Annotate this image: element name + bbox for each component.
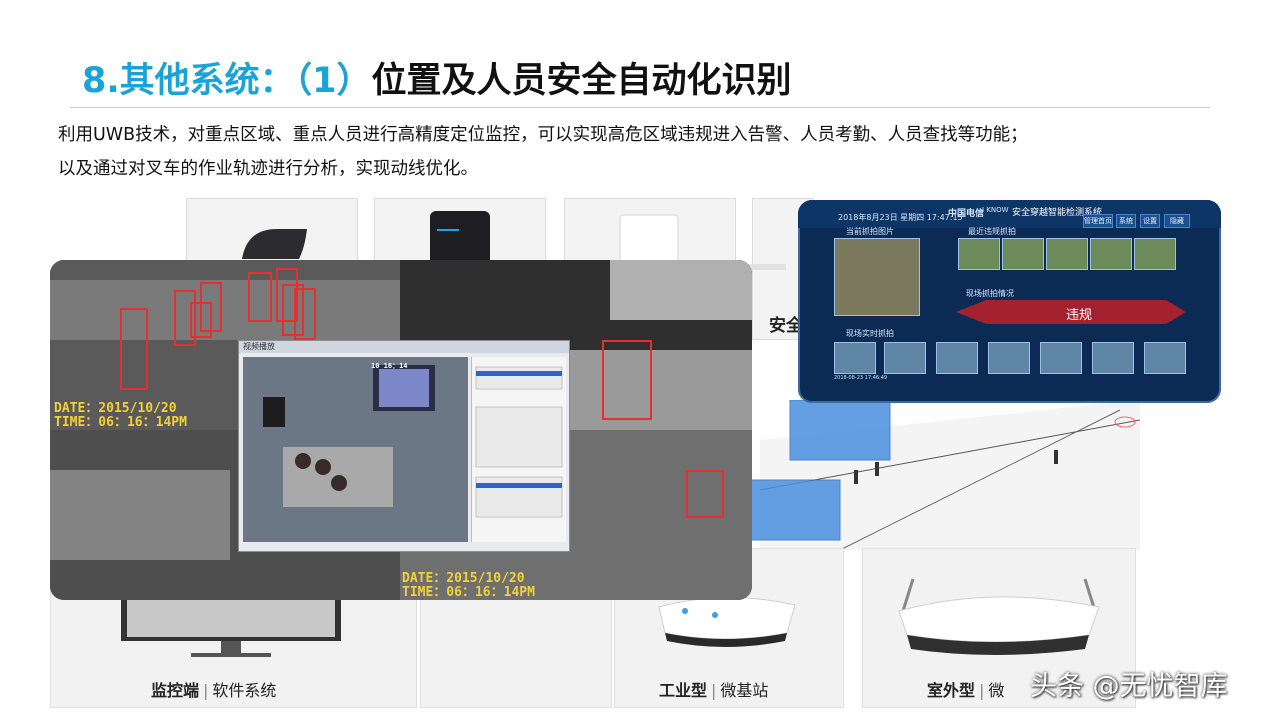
control-room-scene: [243, 357, 468, 542]
osd-date-bottom: DATE：2015/10/20: [402, 571, 525, 586]
card-tag-icon: [619, 214, 679, 266]
recent-thumbnail[interactable]: [1090, 238, 1132, 270]
monitor-caption: 监控端 | 软件系统: [151, 681, 277, 700]
description-line-2: 以及通过对叉车的作业轨迹进行分析，实现动线优化。: [58, 159, 478, 179]
description: 利用UWB技术，对重点区域、重点人员进行高精度定位监控，可以实现高危区域违规进入…: [58, 118, 1258, 186]
industrial-caption: 工业型 | 微基站: [659, 681, 769, 700]
watermark: 头条 @无忧智库: [1030, 671, 1228, 702]
live-thumbnail-caption: 2018-08-23 17:46:49: [834, 375, 888, 381]
tag-device-icon: [430, 211, 490, 265]
vms-window[interactable]: 视频播放 10 16：14: [238, 340, 570, 552]
detection-box: [686, 470, 724, 518]
live-thumbnail[interactable]: [1040, 342, 1082, 374]
live-thumbnail[interactable]: [834, 342, 876, 374]
recent-thumbnail[interactable]: [1046, 238, 1088, 270]
device-card-card-tag: [564, 198, 736, 266]
recent-thumbnail[interactable]: [958, 238, 1000, 270]
osd-timestamp-left: DATE：2015/10/20 TIME：06：16：14PM: [54, 402, 187, 430]
vms-video[interactable]: 10 16：14: [243, 357, 468, 542]
outdoor-caption: 室外型 | 微: [927, 681, 1005, 700]
live-thumbnail[interactable]: [936, 342, 978, 374]
outdoor-caption-bold: 室外型: [927, 681, 976, 700]
home-button[interactable]: 管理首页: [1083, 214, 1113, 228]
live-capture-label: 现场实时抓拍: [846, 329, 894, 338]
outdoor-base-station-icon: [898, 578, 1100, 655]
monitor-caption-bold: 监控端: [151, 681, 200, 700]
monitor-caption-rest: 软件系统: [212, 681, 277, 700]
recent-thumbnail[interactable]: [1002, 238, 1044, 270]
live-thumbnail[interactable]: [884, 342, 926, 374]
osd-time-bottom: TIME：06：16：14PM: [402, 585, 535, 600]
device-card-wristband: [186, 198, 358, 266]
description-line-1: 利用UWB技术，对重点区域、重点人员进行高精度定位监控，可以实现高危区域违规进入…: [58, 125, 1028, 145]
settings-button[interactable]: 设置: [1140, 214, 1160, 228]
detection-box: [294, 288, 316, 340]
detection-box: [602, 340, 652, 420]
recent-capture-label: 最近违规抓拍: [968, 227, 1016, 236]
violation-label: 违规: [1066, 308, 1093, 323]
vms-titlebar: 视频播放: [239, 341, 569, 353]
capture-image-label: 当前抓拍图片: [846, 227, 894, 236]
dashboard-datetime: 2018年8月23日 星期四 17:47:15: [838, 213, 963, 222]
slide-title: 8.其他系统：（1）位置及人员安全自动化识别: [82, 52, 792, 103]
outdoor-caption-rest: 微: [988, 681, 1005, 700]
system-button[interactable]: 系统: [1116, 214, 1136, 228]
live-thumbnail[interactable]: [1092, 342, 1134, 374]
detection-box: [200, 282, 222, 332]
hide-button[interactable]: 隐藏: [1164, 214, 1190, 228]
wristband-icon: [242, 229, 307, 259]
title-main: 位置及人员安全自动化识别: [371, 61, 792, 101]
live-thumbnail[interactable]: [988, 342, 1030, 374]
vms-clock: 10 16：14: [371, 362, 408, 370]
detection-box: [120, 308, 148, 390]
vms-side-lists: [475, 366, 563, 518]
detection-box: [248, 272, 272, 322]
current-capture[interactable]: [834, 238, 920, 316]
osd-time-left: TIME：06：16：14PM: [54, 415, 187, 430]
warehouse-floor-illustration: [740, 400, 1140, 550]
live-thumbnail[interactable]: [1144, 342, 1186, 374]
device-card-tag: [374, 198, 546, 266]
industrial-caption-bold: 工业型: [659, 681, 708, 700]
brand-logo-2: I KNOW: [982, 206, 1009, 214]
vms-side-panel: [471, 357, 566, 542]
recent-thumbnail[interactable]: [1134, 238, 1176, 270]
osd-timestamp-bottom: DATE：2015/10/20 TIME：06：16：14PM: [402, 572, 535, 600]
industrial-caption-rest: 微基站: [720, 681, 769, 700]
brand-logo: 中国电信: [948, 209, 985, 219]
osd-date-left: DATE：2015/10/20: [54, 401, 177, 416]
safety-dashboard[interactable]: 2018年8月23日 星期四 17:47:15 中国电信 I KNOW 安全穿越…: [798, 200, 1221, 403]
title-divider: [70, 107, 1210, 108]
title-number: 8.其他系统：（1）: [82, 61, 372, 101]
